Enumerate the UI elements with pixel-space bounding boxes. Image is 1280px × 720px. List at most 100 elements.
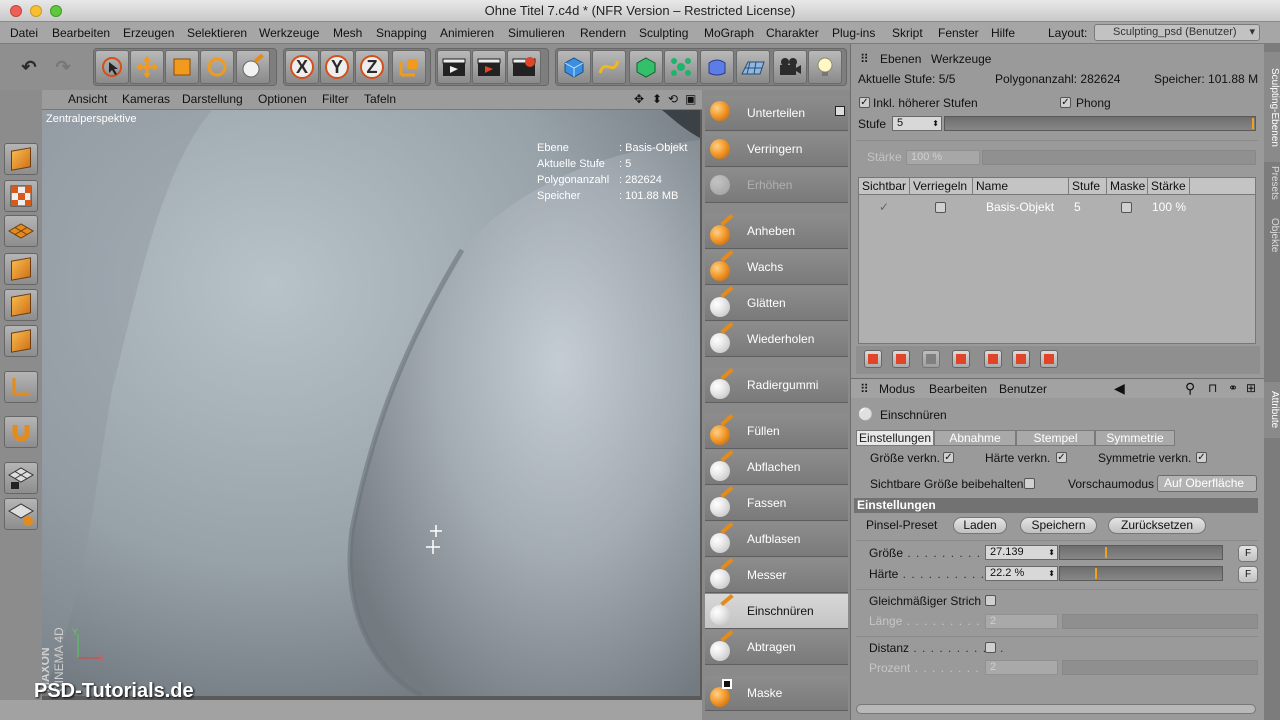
dolly-view-icon[interactable]: ⬍ (652, 92, 662, 106)
attr-menu-bearbeiten[interactable]: Bearbeiten (929, 382, 987, 396)
col-stufe[interactable]: Stufe (1069, 178, 1107, 195)
size-slider[interactable] (1059, 545, 1223, 560)
side-tab-attribute[interactable]: Attribute (1264, 382, 1280, 438)
tool-wachs[interactable]: Wachs (705, 249, 848, 285)
sculpt-brush-button[interactable] (236, 50, 270, 84)
light-button[interactable] (808, 50, 842, 84)
menu-erzeugen[interactable]: Erzeugen (123, 26, 174, 40)
viewport-menu-kameras[interactable]: Kameras (122, 92, 170, 106)
palette-menu-icon[interactable] (835, 106, 845, 116)
menu-datei[interactable]: Datei (10, 26, 38, 40)
model-mode-button[interactable] (4, 143, 38, 175)
hardness-field[interactable]: 22.2 % ⬍ (985, 566, 1058, 581)
maximize-view-icon[interactable]: ▣ (685, 92, 696, 106)
attr-tab-symmetrie[interactable]: Symmetrie (1095, 430, 1175, 446)
col-name[interactable]: Name (973, 178, 1069, 195)
menu-sculpting[interactable]: Sculpting (639, 26, 688, 40)
attr-menu-benutzer[interactable]: Benutzer (999, 382, 1047, 396)
camera-button[interactable] (773, 50, 807, 84)
viewport-menu-tafeln[interactable]: Tafeln (364, 92, 396, 106)
x-axis-lock-button[interactable]: X (285, 50, 319, 84)
attr-menu-modus[interactable]: Modus (879, 382, 915, 396)
tool-radiergummi[interactable]: Radiergummi (705, 367, 848, 403)
staerke-field[interactable]: 100 % (906, 150, 980, 165)
rotate-button[interactable] (200, 50, 234, 84)
3d-viewport[interactable]: Zentralperspektive Ebene : Basis-Objekt … (42, 110, 700, 696)
live-select-button[interactable] (95, 50, 129, 84)
copy-layer-button[interactable] (984, 350, 1002, 368)
lock-checkbox[interactable] (935, 202, 946, 213)
tool-aufblasen[interactable]: Aufblasen (705, 521, 848, 557)
close-window-button[interactable] (10, 5, 22, 17)
edges-mode-button[interactable] (4, 289, 38, 321)
horizontal-scrollbar[interactable] (856, 704, 1256, 714)
menu-bearbeiten[interactable]: Bearbeiten (52, 26, 110, 40)
tool-erhoehen[interactable]: Erhöhen (705, 168, 848, 203)
merge-layer-button[interactable] (1040, 350, 1058, 368)
menu-werkzeuge[interactable]: Werkzeuge (259, 26, 319, 40)
menu-simulieren[interactable]: Simulieren (508, 26, 565, 40)
side-tab-presets[interactable]: Presets (1264, 160, 1280, 206)
length-field[interactable]: 2 (985, 614, 1058, 629)
polygons-mode-button[interactable] (4, 325, 38, 357)
tool-glaetten[interactable]: Glätten (705, 285, 848, 321)
percent-field[interactable]: 2 (985, 660, 1058, 675)
menu-hilfe[interactable]: Hilfe (991, 26, 1015, 40)
preview-mode-select[interactable]: Auf Oberfläche (1157, 475, 1257, 492)
hardness-slider[interactable] (1059, 566, 1223, 581)
reset-preset-button[interactable]: Zurücksetzen (1108, 517, 1206, 534)
size-field[interactable]: 27.139 ⬍ (985, 545, 1058, 560)
menu-mesh[interactable]: Mesh (333, 26, 362, 40)
coordinate-system-button[interactable] (392, 50, 426, 84)
menu-skript[interactable]: Skript (892, 26, 923, 40)
paste-layer-button[interactable] (1012, 350, 1030, 368)
side-tab-sculpting-ebenen[interactable]: Sculpting-Ebenen (1264, 52, 1280, 162)
menu-plugins[interactable]: Plug-ins (832, 26, 875, 40)
z-axis-lock-button[interactable]: Z (355, 50, 389, 84)
tool-messer[interactable]: Messer (705, 557, 848, 593)
new-panel-icon[interactable]: ⊞ (1246, 381, 1256, 395)
stufe-slider[interactable] (944, 116, 1256, 131)
menu-charakter[interactable]: Charakter (766, 26, 819, 40)
size-function-button[interactable]: F (1238, 545, 1258, 562)
symmetry-pressure-checkbox[interactable]: ✓ (1196, 452, 1207, 463)
minimize-window-button[interactable] (30, 5, 42, 17)
attr-tab-einstellungen[interactable]: Einstellungen (856, 430, 934, 446)
hardness-pressure-checkbox[interactable]: ✓ (1056, 452, 1067, 463)
search-icon[interactable]: ⚲ (1185, 380, 1195, 397)
attr-tab-stempel[interactable]: Stempel (1016, 430, 1095, 446)
tab-werkzeuge[interactable]: Werkzeuge (931, 52, 991, 66)
menu-mograph[interactable]: MoGraph (704, 26, 754, 40)
even-stroke-checkbox[interactable] (985, 595, 996, 606)
menu-rendern[interactable]: Rendern (580, 26, 626, 40)
length-slider[interactable] (1062, 614, 1258, 629)
texture-mode-button[interactable] (4, 180, 38, 212)
stufe-field[interactable]: 5 ⬍ (892, 116, 942, 131)
rotate-view-icon[interactable]: ⟲ (668, 92, 678, 106)
deformer-button[interactable] (700, 50, 734, 84)
redo-button[interactable]: ↷ (46, 50, 80, 84)
render-picture-viewer-button[interactable] (472, 50, 506, 84)
delete-layer-button[interactable] (922, 350, 940, 368)
col-maske[interactable]: Maske (1107, 178, 1148, 195)
link-icon[interactable]: ⚭ (1228, 381, 1238, 395)
hardness-function-button[interactable]: F (1238, 566, 1258, 583)
cube-object-button[interactable] (557, 50, 591, 84)
staerke-slider[interactable] (982, 150, 1256, 165)
menu-snapping[interactable]: Snapping (376, 26, 427, 40)
tool-abtragen[interactable]: Abtragen (705, 629, 848, 665)
add-layer-button[interactable] (864, 350, 882, 368)
save-preset-button[interactable]: Speichern (1020, 517, 1097, 534)
menu-selektieren[interactable]: Selektieren (187, 26, 247, 40)
zoom-window-button[interactable] (50, 5, 62, 17)
tool-fassen[interactable]: Fassen (705, 485, 848, 521)
workplane-mode-button[interactable] (4, 215, 38, 247)
spline-button[interactable] (592, 50, 626, 84)
move-button[interactable] (130, 50, 164, 84)
col-sichtbar[interactable]: Sichtbar (859, 178, 910, 195)
viewport-menu-darstellung[interactable]: Darstellung (182, 92, 243, 106)
tool-verringern[interactable]: Verringern (705, 132, 848, 167)
phong-checkbox[interactable]: ✓ (1060, 97, 1071, 108)
pan-view-icon[interactable]: ✥ (634, 92, 644, 106)
distance-checkbox[interactable] (985, 642, 996, 653)
